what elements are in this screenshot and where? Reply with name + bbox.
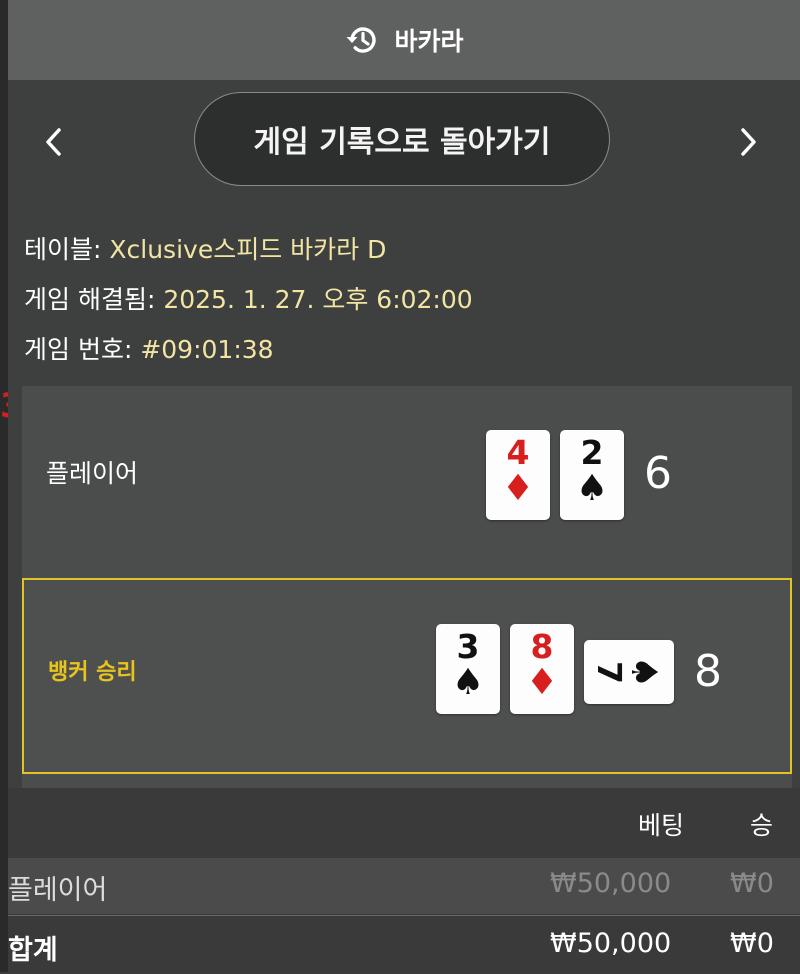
card-rank: 4 (506, 433, 530, 472)
chevron-left-icon[interactable] (34, 120, 74, 164)
total-bet: ₩50,000 (550, 928, 672, 959)
table-divider (8, 915, 800, 916)
banker-score: 8 (694, 646, 722, 697)
win-amount: ₩0 (730, 868, 774, 899)
card-rank: 3 (456, 627, 480, 666)
table-value: Xclusive스피드 바카라 D (109, 235, 387, 264)
banker-card-2: 8 ♦ (510, 624, 574, 714)
player-hand: 플레이어 4 ♦ 2 ♠ 6 (22, 386, 792, 576)
top-bar: 바카라 (8, 0, 800, 80)
card-rank: 2 (580, 433, 604, 472)
bet-name: 플레이어 (8, 875, 108, 906)
table-info: 테이블: Xclusive스피드 바카라 D (24, 230, 386, 266)
banker-card-1: 3 ♠ (436, 624, 500, 714)
total-win: ₩0 (730, 928, 774, 959)
app-title: 바카라 (394, 27, 464, 56)
bet-table: 베팅 승 플레이어 ₩50,000 ₩0 합계 ₩50,000 ₩0 (8, 788, 800, 972)
resolved-info: 게임 해결됨: 2025. 1. 27. 오후 6:02:00 (24, 280, 473, 316)
player-label: 플레이어 (46, 459, 139, 488)
bet-amount: ₩50,000 (550, 868, 672, 899)
banker-win-label: 뱅커 승리 (48, 660, 137, 685)
background-edge-strip: 3 (0, 0, 24, 972)
outcome-area: 플레이어 4 ♦ 2 ♠ 6 뱅커 승리 3 ♠ 8 ♦ 7 ♠ 8 (22, 386, 792, 788)
game-history-panel: 바카라 게임 기록으로 돌아가기 테이블: Xclusive스피드 바카라 D … (8, 0, 800, 972)
diamond-suit-icon: ♦ (501, 468, 535, 509)
history-icon (344, 21, 382, 59)
resolved-label: 게임 해결됨: (24, 285, 156, 314)
win-column-header: 승 (750, 811, 774, 840)
spade-suit-icon: ♠ (575, 468, 609, 509)
player-card-1: 4 ♦ (486, 430, 550, 520)
diamond-suit-icon: ♦ (525, 662, 559, 703)
card-rank: 7 (590, 660, 630, 684)
game-number-info: 게임 번호: #09:01:38 (24, 330, 274, 366)
player-card-2: 2 ♠ (560, 430, 624, 520)
nav-row: 게임 기록으로 돌아가기 (8, 80, 800, 206)
total-label: 합계 (8, 935, 58, 966)
game-number-value: #09:01:38 (140, 335, 274, 364)
table-row: 플레이어 ₩50,000 ₩0 (8, 858, 800, 914)
spade-suit-icon: ♠ (451, 662, 485, 703)
card-rank: 8 (530, 627, 554, 666)
spade-suit-icon: ♠ (623, 655, 665, 689)
banker-hand: 뱅커 승리 3 ♠ 8 ♦ 7 ♠ 8 (22, 578, 792, 774)
chevron-right-icon[interactable] (728, 120, 768, 164)
table-label: 테이블: (24, 235, 102, 264)
resolved-value: 2025. 1. 27. 오후 6:02:00 (163, 285, 473, 314)
player-score: 6 (644, 448, 672, 499)
bet-column-header: 베팅 (638, 811, 685, 840)
table-total-row: 합계 ₩50,000 ₩0 (8, 918, 800, 974)
banker-card-3: 7 ♠ (584, 640, 674, 704)
back-to-history-button[interactable]: 게임 기록으로 돌아가기 (194, 92, 610, 186)
game-number-label: 게임 번호: (24, 335, 133, 364)
